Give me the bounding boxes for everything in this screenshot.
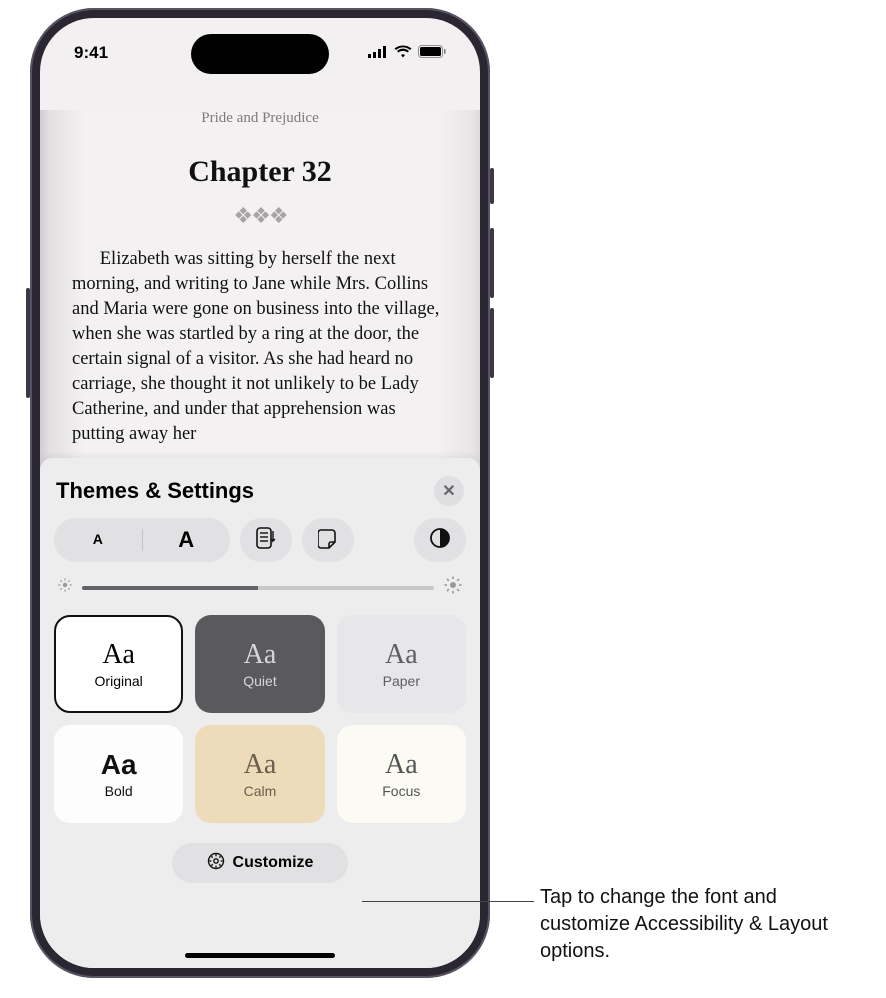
brightness-high-icon [444, 576, 462, 599]
page-lines-icon [256, 527, 276, 554]
theme-label: Focus [382, 783, 420, 799]
page-curl-button[interactable] [302, 518, 354, 562]
theme-quiet[interactable]: Aa Quiet [195, 615, 324, 713]
scroll-view-button[interactable] [240, 518, 292, 562]
screen: 9:41 Pride and Prejudice Chapter 32 ❖❖❖ … [40, 18, 480, 968]
theme-bold[interactable]: Aa Bold [54, 725, 183, 823]
brightness-track[interactable] [82, 586, 434, 590]
font-larger-button[interactable]: A [143, 527, 231, 553]
theme-focus[interactable]: Aa Focus [337, 725, 466, 823]
book-title: Pride and Prejudice [72, 110, 448, 127]
theme-sample: Aa [244, 639, 277, 671]
theme-sample: Aa [385, 639, 418, 671]
status-time: 9:41 [74, 43, 108, 63]
ornament-divider: ❖❖❖ [72, 203, 448, 229]
home-indicator[interactable] [185, 953, 335, 958]
font-size-control: A A [54, 518, 230, 562]
customize-button[interactable]: Customize [172, 843, 348, 883]
callout-leader-line [362, 901, 534, 902]
theme-sample: Aa [244, 749, 277, 781]
half-circle-icon [429, 527, 451, 554]
font-smaller-button[interactable]: A [54, 531, 142, 549]
iphone-frame: 9:41 Pride and Prejudice Chapter 32 ❖❖❖ … [30, 8, 490, 978]
chapter-title: Chapter 32 [72, 155, 448, 189]
themes-settings-sheet: Themes & Settings ✕ A A [40, 458, 480, 968]
theme-label: Quiet [243, 673, 276, 689]
wifi-icon [394, 43, 412, 63]
theme-label: Paper [383, 673, 420, 689]
theme-label: Original [95, 673, 143, 689]
theme-label: Bold [105, 783, 133, 799]
customize-label: Customize [233, 854, 314, 872]
theme-original[interactable]: Aa Original [54, 615, 183, 713]
theme-calm[interactable]: Aa Calm [195, 725, 324, 823]
gear-badge-icon [207, 852, 225, 875]
power-button [26, 288, 30, 398]
callout-text: Tap to change the font and customize Acc… [540, 884, 870, 965]
volume-down-button [490, 308, 494, 378]
theme-sample: Aa [385, 749, 418, 781]
theme-label: Calm [244, 783, 277, 799]
theme-sample: Aa [102, 639, 135, 671]
volume-up-button [490, 228, 494, 298]
dynamic-island [191, 34, 329, 74]
cellular-icon [368, 43, 388, 63]
brightness-slider[interactable] [58, 576, 462, 599]
brightness-low-icon [58, 578, 72, 597]
mute-switch [490, 168, 494, 204]
sheet-title: Themes & Settings [56, 478, 254, 504]
page-curl-icon [318, 527, 338, 554]
appearance-button[interactable] [414, 518, 466, 562]
book-body-text: Elizabeth was sitting by herself the nex… [72, 247, 448, 447]
themes-grid: Aa Original Aa Quiet Aa Paper Aa Bold Aa [54, 615, 466, 823]
close-button[interactable]: ✕ [434, 476, 464, 506]
battery-icon [418, 43, 446, 63]
theme-paper[interactable]: Aa Paper [337, 615, 466, 713]
close-icon: ✕ [442, 481, 455, 501]
theme-sample: Aa [101, 749, 137, 781]
